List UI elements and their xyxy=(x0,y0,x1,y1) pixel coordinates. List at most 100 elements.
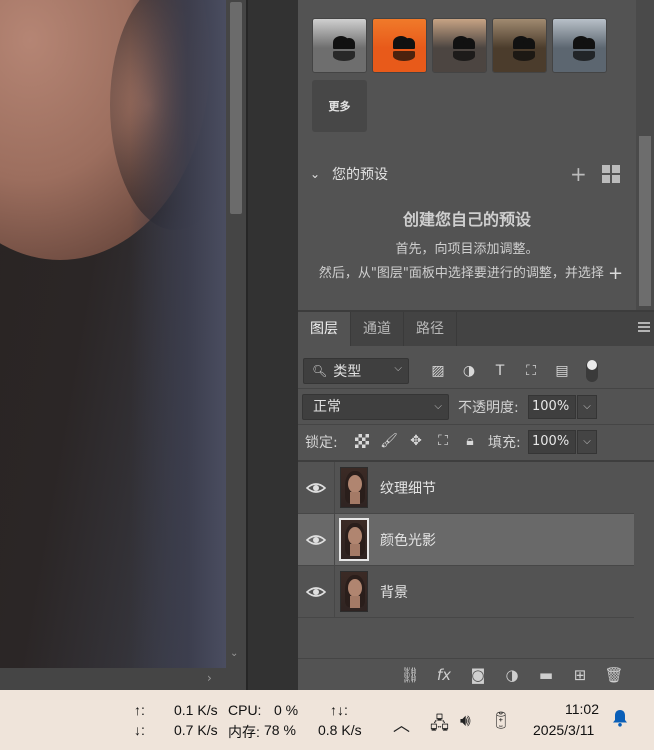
your-presets-label: 您的预设 xyxy=(332,167,388,183)
preset-4-thumbnail[interactable] xyxy=(492,18,547,73)
image-filter-icon[interactable]: ▨ xyxy=(428,361,448,381)
fill-label: 填充: xyxy=(488,435,521,451)
layer-thumbnail[interactable] xyxy=(339,518,369,561)
notification-bell-icon[interactable] xyxy=(612,709,628,727)
panel-menu-icon[interactable] xyxy=(638,322,650,334)
layer-row-selected[interactable]: 颜色光影 xyxy=(298,514,634,566)
grid-view-icon[interactable] xyxy=(602,165,620,183)
lock-icons: 🖌︎ ✥ ⛶ 🔒︎ xyxy=(352,431,480,451)
canvas-horizontal-scrollbar[interactable]: › xyxy=(0,668,246,690)
layers-panel-tabs: 图层 通道 路径 xyxy=(298,312,654,346)
new-layer-icon[interactable]: ⊞ xyxy=(570,665,590,685)
canvas-vertical-scrollbar[interactable]: ⌄ xyxy=(226,0,246,668)
adjustments-panel: 更多 ⌄ 您的预设 + 创建您自己的预设 首先，向项目添加调整。 然后，从"图层… xyxy=(298,0,636,310)
visibility-eye-icon[interactable] xyxy=(306,479,326,497)
create-preset-step2: 然后，从"图层"面板中选择要进行的调整，并选择 + xyxy=(316,263,626,285)
filter-icons: ▨ ◑ T ⛶ ▤ xyxy=(428,361,572,381)
adjustment-filter-icon[interactable]: ◑ xyxy=(459,361,479,381)
net-down-speed: 0.7 K/s xyxy=(174,722,218,738)
smart-object-filter-icon[interactable]: ▤ xyxy=(552,361,572,381)
net-up-speed: 0.1 K/s xyxy=(174,702,218,718)
clock-date[interactable]: 2025/3/11 xyxy=(533,722,594,738)
canvas-vertical-scroll-thumb[interactable] xyxy=(230,2,242,214)
net-total-label: ↑↓: xyxy=(330,702,348,718)
filter-toggle-switch[interactable] xyxy=(586,360,598,382)
panel-divider xyxy=(246,0,248,690)
layer-divider xyxy=(334,462,335,514)
blend-row: 正常 ⌵ 不透明度: 100% ⌵ xyxy=(298,392,654,422)
tab-channels[interactable]: 通道 xyxy=(351,312,404,346)
layer-divider xyxy=(334,566,335,618)
layer-style-fx-icon[interactable]: fx xyxy=(434,665,454,685)
more-presets-button[interactable]: 更多 xyxy=(312,80,367,132)
lock-row: 锁定: 🖌︎ ✥ ⛶ 🔒︎ 填充: 100% ⌵ xyxy=(298,428,654,456)
cpu-value: 0 % xyxy=(274,702,299,718)
layer-name[interactable]: 背景 xyxy=(380,582,408,602)
net-total-speed: 0.8 K/s xyxy=(318,722,362,738)
network-icon[interactable]: 🖧︎ xyxy=(430,711,449,740)
visibility-eye-icon[interactable] xyxy=(306,531,326,549)
windows-taskbar: ↑: ↓: 0.1 K/s 0.7 K/s CPU: 0 % 内存: 78 % … xyxy=(0,690,654,750)
visibility-eye-icon[interactable] xyxy=(306,583,326,601)
battery-icon[interactable]: 🔋︎ xyxy=(490,711,512,731)
lock-artboard-icon[interactable]: ⛶ xyxy=(433,431,453,451)
layer-row[interactable]: 背景 xyxy=(298,566,634,618)
preset-3-thumbnail[interactable] xyxy=(432,18,487,73)
adjustment-layer-icon[interactable]: ◑ xyxy=(502,665,522,685)
opacity-input[interactable]: 100% xyxy=(528,395,576,419)
preset-5-thumbnail[interactable] xyxy=(552,18,607,73)
blend-mode-select[interactable]: 正常 ⌵ xyxy=(302,394,449,420)
layer-name[interactable]: 颜色光影 xyxy=(380,530,436,550)
lock-all-icon[interactable]: 🔒︎ xyxy=(460,431,480,451)
text-filter-icon[interactable]: T xyxy=(490,361,510,381)
fill-input[interactable]: 100% xyxy=(528,430,576,454)
volume-icon[interactable]: 🔊︎ xyxy=(460,711,471,731)
filter-kind-label: 类型 xyxy=(333,364,362,380)
layer-divider xyxy=(334,514,335,566)
lock-transparent-pixels-icon[interactable] xyxy=(352,431,372,451)
right-panel: 更多 ⌄ 您的预设 + 创建您自己的预设 首先，向项目添加调整。 然后，从"图层… xyxy=(298,0,654,690)
adjustments-scrollbar[interactable] xyxy=(636,0,654,310)
opacity-label: 不透明度: xyxy=(458,400,519,416)
lock-image-pixels-icon[interactable]: 🖌︎ xyxy=(379,431,399,451)
chevron-down-icon[interactable]: ⌄ xyxy=(310,167,324,181)
layer-filter-row: 🔍︎ 类型 ⌵ ▨ ◑ T ⛶ ▤ xyxy=(298,352,654,388)
link-layers-icon[interactable]: ⛓︎ xyxy=(400,665,420,685)
filter-kind-select[interactable]: 🔍︎ 类型 ⌵ xyxy=(303,358,409,384)
panel-gutter xyxy=(246,0,298,690)
scroll-right-arrow-icon[interactable]: › xyxy=(207,671,212,685)
fill-dropdown-button[interactable]: ⌵ xyxy=(577,430,597,454)
show-hidden-icons-chevron-icon[interactable]: ︿ xyxy=(393,711,410,736)
layer-name[interactable]: 纹理细节 xyxy=(380,478,436,498)
layers-bottom-toolbar: ⛓︎ fx ◙ ◑ ▬ ⊞ 🗑︎ xyxy=(298,658,654,690)
adjustments-scroll-thumb[interactable] xyxy=(639,136,651,306)
layer-thumbnail[interactable] xyxy=(340,571,368,612)
layer-row[interactable]: 纹理细节 xyxy=(298,462,634,514)
delete-layer-trash-icon[interactable]: 🗑︎ xyxy=(604,665,624,685)
canvas-image-hair xyxy=(130,0,226,668)
your-presets-header[interactable]: ⌄ 您的预设 + xyxy=(310,162,632,186)
layer-thumbnail[interactable] xyxy=(340,467,368,508)
separator xyxy=(298,424,654,425)
scroll-down-arrow-icon[interactable]: ⌄ xyxy=(230,648,238,659)
tab-paths[interactable]: 路径 xyxy=(404,312,457,346)
separator xyxy=(298,388,654,389)
layers-list: 纹理细节 颜色光影 背景 xyxy=(298,462,634,618)
new-group-folder-icon[interactable]: ▬ xyxy=(536,665,556,685)
chevron-down-icon: ⌵ xyxy=(394,363,402,374)
preset-1-thumbnail[interactable] xyxy=(312,18,367,73)
photoshop-window: ⌄ › 更多 ⌄ 您的预设 + 创建您自己的预设 首先，向项目添加调整。 然后，… xyxy=(0,0,654,750)
plus-icon: + xyxy=(608,263,624,284)
preset-2-thumbnail[interactable] xyxy=(372,18,427,73)
tab-layers[interactable]: 图层 xyxy=(298,312,351,346)
shape-filter-icon[interactable]: ⛶ xyxy=(521,361,541,381)
opacity-dropdown-button[interactable]: ⌵ xyxy=(577,395,597,419)
lock-position-icon[interactable]: ✥ xyxy=(406,431,426,451)
net-up-label: ↑: xyxy=(134,702,145,718)
blend-mode-value: 正常 xyxy=(313,399,341,415)
preset-thumbnails xyxy=(312,18,607,73)
document-canvas[interactable] xyxy=(0,0,226,668)
clock-time[interactable]: 11:02 xyxy=(565,701,599,717)
add-preset-icon[interactable]: + xyxy=(570,162,587,186)
add-mask-icon[interactable]: ◙ xyxy=(468,665,488,685)
